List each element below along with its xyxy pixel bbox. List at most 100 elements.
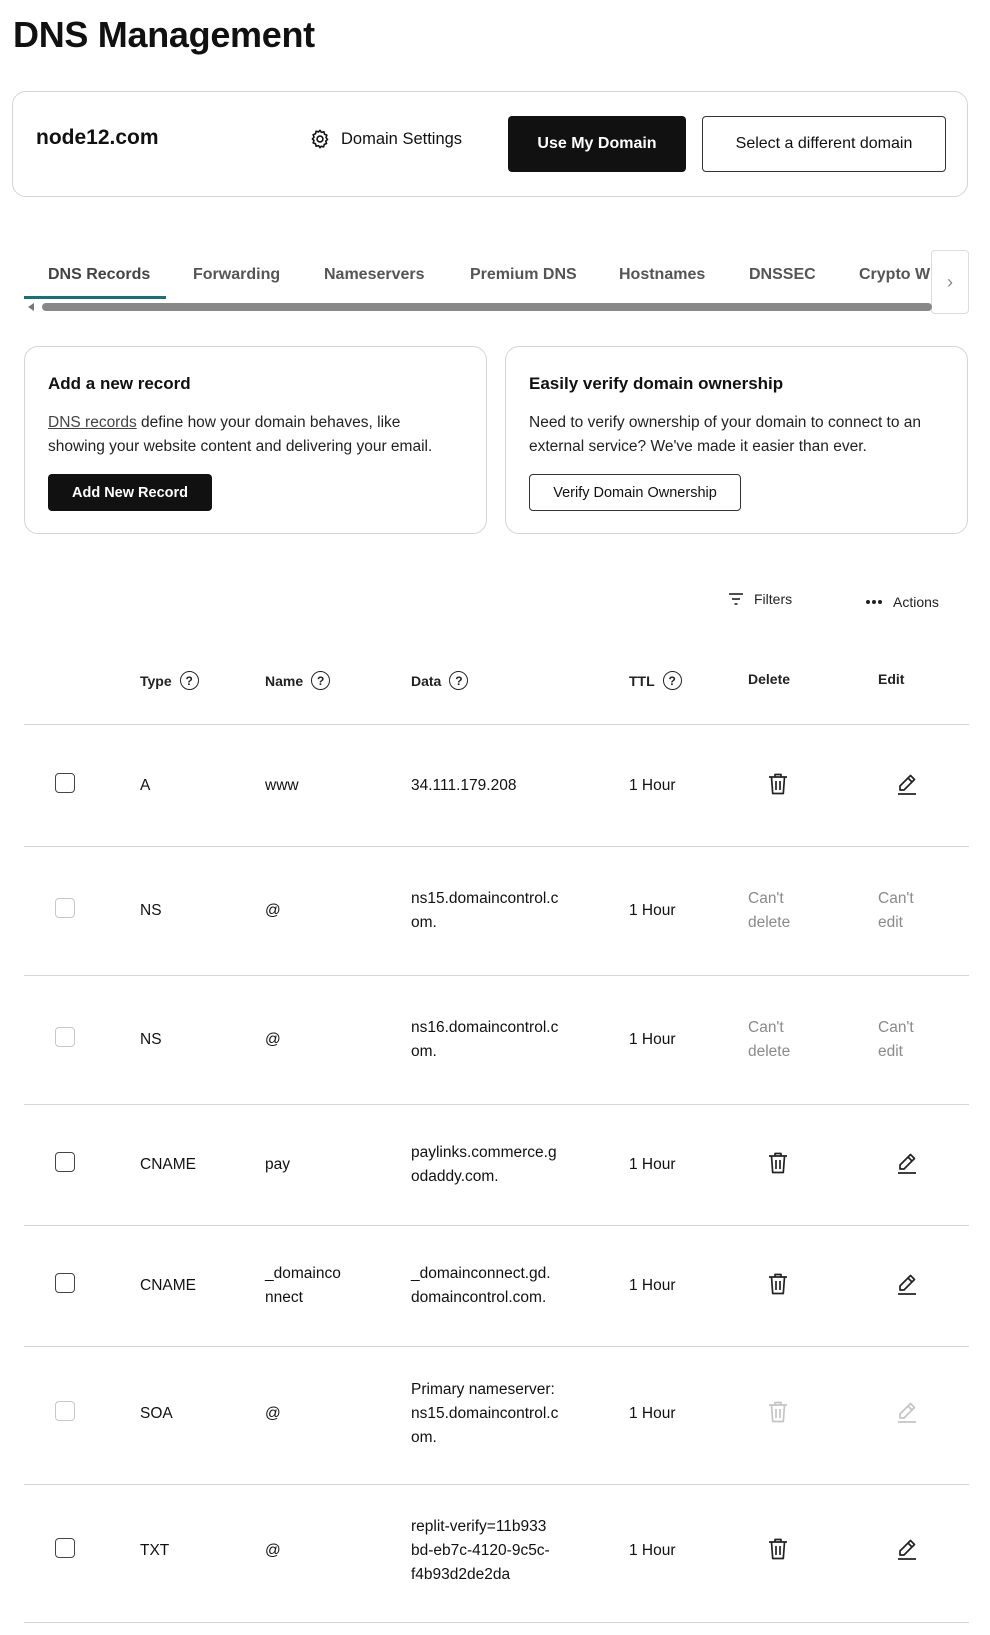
text-line: @	[265, 1542, 281, 1559]
verify-text-2: external service? We've made it easier t…	[529, 438, 867, 455]
record-ttl: 1 Hour	[629, 1405, 676, 1422]
record-ttl: 1 Hour	[629, 902, 676, 919]
delete-button	[767, 1400, 789, 1424]
trash-icon	[767, 773, 789, 800]
help-icon[interactable]: ?	[179, 671, 199, 690]
row-checkbox[interactable]	[55, 773, 75, 793]
record-ttl: 1 Hour	[629, 1031, 676, 1048]
tab-forwarding[interactable]: Forwarding	[193, 266, 280, 284]
tab-dns-records[interactable]: DNS Records	[48, 266, 150, 284]
record-name: @	[265, 1539, 281, 1563]
text-line: edit	[878, 1043, 903, 1060]
text-line: pay	[265, 1156, 290, 1173]
row-divider	[24, 1104, 969, 1105]
tab-scroll-right-button[interactable]: ›	[931, 250, 969, 314]
record-data: replit-verify=11b933 bd-eb7c-4120-9c5c-f4…	[411, 1515, 550, 1587]
record-data: ns15.domaincontrol.c om.	[411, 887, 558, 935]
text-line: _domainconnect.gd.	[411, 1265, 551, 1282]
cant-edit-text: Can't edit	[878, 887, 914, 935]
filters-button[interactable]: Filters	[728, 591, 792, 607]
record-type: NS	[140, 902, 162, 919]
add-new-record-button[interactable]: Add New Record	[48, 474, 213, 511]
text-line: www	[265, 777, 299, 794]
header-delete: Delete	[748, 671, 790, 687]
text-line: odaddy.com.	[411, 1168, 499, 1185]
edit-button[interactable]	[896, 1537, 918, 1561]
record-ttl: 1 Hour	[629, 1542, 676, 1559]
row-checkbox	[55, 1027, 75, 1047]
text-line: om.	[411, 914, 437, 931]
active-tab-indicator	[24, 296, 166, 299]
row-checkbox[interactable]	[55, 1538, 75, 1558]
record-type: SOA	[140, 1405, 173, 1422]
delete-button[interactable]	[767, 1151, 789, 1175]
cant-delete-text: Can't delete	[748, 1016, 790, 1064]
header-name-label: Name	[265, 672, 304, 689]
verify-ownership-card: Easily verify domain ownership Need to v…	[505, 346, 968, 534]
delete-button[interactable]	[767, 1537, 789, 1561]
scroll-left-arrow-icon[interactable]	[28, 303, 34, 311]
row-divider	[24, 724, 969, 725]
record-ttl: 1 Hour	[629, 1156, 676, 1173]
header-delete-label: Delete	[748, 671, 791, 687]
help-icon[interactable]: ?	[662, 671, 682, 690]
help-icon[interactable]: ?	[449, 671, 469, 690]
scroll-thumb[interactable]	[42, 303, 932, 311]
text-line: ns16.domaincontrol.c	[411, 1019, 559, 1036]
help-icon[interactable]: ?	[311, 671, 331, 690]
record-data: paylinks.commerce.g odaddy.com.	[411, 1141, 557, 1189]
text-line: delete	[748, 914, 791, 931]
actions-button[interactable]: Actions	[865, 594, 939, 610]
use-my-domain-button[interactable]: Use My Domain	[508, 116, 686, 172]
add-record-description: DNS records define how your domain behav…	[48, 411, 468, 459]
chevron-right-icon: ›	[947, 271, 953, 292]
domain-settings-label: Domain Settings	[341, 129, 463, 148]
row-checkbox	[55, 898, 75, 918]
edit-button[interactable]	[896, 772, 918, 796]
edit-button[interactable]	[896, 1272, 918, 1296]
row-checkbox[interactable]	[55, 1273, 75, 1293]
cant-edit-text: Can't edit	[878, 1016, 914, 1064]
pencil-icon	[896, 1274, 918, 1300]
header-ttl-label: TTL	[629, 672, 655, 689]
edit-button[interactable]	[896, 1151, 918, 1175]
text-line: edit	[878, 914, 903, 931]
tab-hostnames[interactable]: Hostnames	[619, 266, 705, 284]
record-ttl: 1 Hour	[629, 777, 676, 794]
more-dots-icon	[866, 600, 882, 604]
delete-button[interactable]	[767, 1272, 789, 1296]
verify-domain-ownership-button[interactable]: Verify Domain Ownership	[529, 474, 741, 511]
row-divider	[24, 846, 969, 847]
record-name: @	[265, 1402, 281, 1426]
select-different-domain-button[interactable]: Select a different domain	[702, 116, 946, 172]
row-checkbox	[55, 1401, 75, 1421]
row-checkbox[interactable]	[55, 1152, 75, 1172]
tab-nameservers[interactable]: Nameservers	[324, 266, 425, 284]
text-line: @	[265, 1031, 281, 1048]
text-line: Can't	[878, 1019, 914, 1036]
row-divider	[24, 1622, 969, 1623]
tab-dnssec[interactable]: DNSSEC	[749, 266, 816, 284]
verify-title: Easily verify domain ownership	[529, 374, 784, 393]
cant-delete-text: Can't delete	[748, 887, 790, 935]
tab-crypto[interactable]: Crypto W	[859, 266, 930, 284]
delete-button[interactable]	[767, 772, 789, 796]
row-divider	[24, 1225, 969, 1226]
filter-icon	[729, 593, 743, 605]
text-line: @	[265, 1405, 281, 1422]
text-line: om.	[411, 1043, 437, 1060]
record-name: @	[265, 899, 281, 923]
verify-text-1: Need to verify ownership of your domain …	[529, 414, 922, 431]
tab-premium-dns[interactable]: Premium DNS	[470, 266, 577, 284]
tab-scrollbar[interactable]	[24, 302, 932, 312]
text-line: 34.111.179.208	[411, 777, 517, 794]
record-ttl: 1 Hour	[629, 1277, 676, 1294]
trash-icon	[767, 1401, 789, 1428]
add-record-title: Add a new record	[48, 374, 191, 393]
record-name: _domainco nnect	[265, 1262, 341, 1310]
pencil-icon	[896, 1402, 918, 1428]
domain-settings-button[interactable]: Domain Settings	[309, 128, 462, 150]
text-line: om.	[411, 1429, 437, 1446]
record-name: www	[265, 774, 299, 798]
dns-records-link[interactable]: DNS records	[48, 414, 137, 431]
